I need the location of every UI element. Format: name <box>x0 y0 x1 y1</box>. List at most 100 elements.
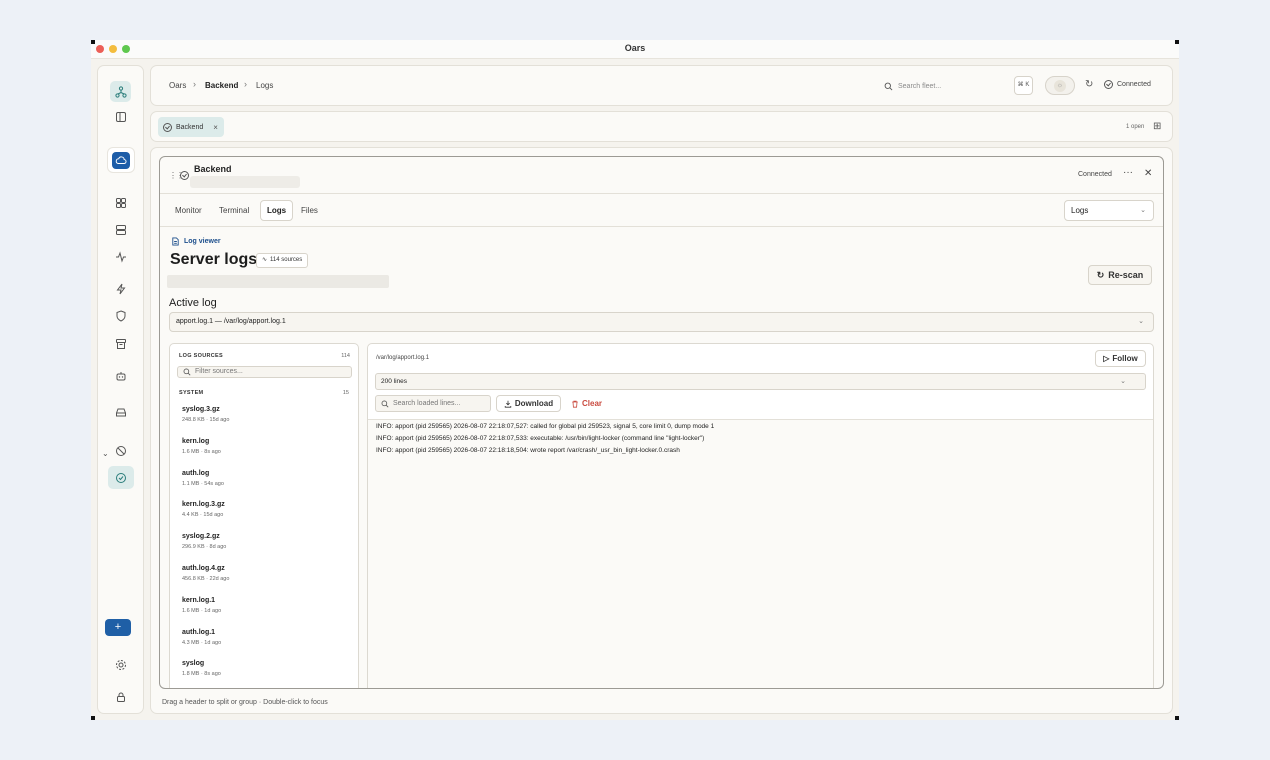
breadcrumb-oars[interactable]: Oars <box>169 81 186 90</box>
tab-terminal[interactable]: Terminal <box>213 200 255 221</box>
grid-icon[interactable]: ⊞ <box>1153 121 1161 132</box>
tab-bar: Backend × 1 open ⊞ <box>150 111 1173 142</box>
settings-gear-icon[interactable] <box>110 654 131 675</box>
breadcrumb-chevron-icon: › <box>193 79 196 89</box>
bolt-icon[interactable] <box>110 278 131 299</box>
rescan-label: Re-scan <box>1108 270 1144 280</box>
chevron-down-icon[interactable]: ⌄ <box>102 449 109 458</box>
chevron-down-icon: ⌄ <box>1138 318 1144 325</box>
download-label: Download <box>514 399 554 408</box>
lock-icon[interactable] <box>110 686 131 707</box>
log-sources-panel: LOG SOURCES 114 Filter sources... SYSTEM… <box>169 343 359 688</box>
card-header[interactable]: ⋮⋮ Backend Connected ··· ✕ <box>160 157 1163 194</box>
panel-layout-icon[interactable] <box>110 106 131 127</box>
connected-icon <box>163 122 172 132</box>
source-meta: 296.9 KB · 8d ago <box>182 544 227 550</box>
list-item[interactable]: auth.log.4.gz 456.8 KB · 22d ago <box>182 565 229 582</box>
follow-label: Follow <box>1112 354 1138 363</box>
source-meta: 1.1 MB · 54s ago <box>182 481 224 487</box>
source-name: syslog <box>182 660 205 667</box>
rescan-button[interactable]: ↻ Re-scan <box>1088 265 1152 285</box>
sources-count: 114 <box>341 353 350 359</box>
view-select-value: Logs <box>1071 206 1089 215</box>
dashboard-icon[interactable] <box>110 192 131 213</box>
connected-icon <box>180 171 189 180</box>
list-item[interactable]: auth.log 1.1 MB · 54s ago <box>182 470 224 487</box>
trash-icon <box>572 400 578 408</box>
chevron-down-icon: ⌄ <box>1120 378 1126 385</box>
search-icon <box>381 400 389 407</box>
clear-button[interactable]: Clear <box>571 395 602 412</box>
breadcrumb-backend[interactable]: Backend <box>205 81 238 90</box>
list-item[interactable]: kern.log.1 1.6 MB · 1d ago <box>182 597 221 614</box>
theme-toggle[interactable]: ☼ <box>1045 76 1075 95</box>
open-tab-label: Backend <box>176 123 204 131</box>
search-icon <box>884 82 893 91</box>
active-log-select[interactable]: apport.log.1 — /var/log/apport.log.1 ⌄ <box>169 312 1154 332</box>
filter-sources-input[interactable]: Filter sources... <box>177 366 352 378</box>
source-meta: 248.8 KB · 15d ago <box>182 417 230 423</box>
log-viewer-panel: /var/log/apport.log.1 ▷ Follow 200 lines… <box>367 343 1154 688</box>
sources-badge: ∿ 114 sources <box>256 253 309 268</box>
fleet-topology-icon[interactable] <box>110 81 131 102</box>
source-name: syslog.2.gz <box>182 533 220 540</box>
list-item[interactable]: kern.log 1.6 MB · 8s ago <box>182 438 221 455</box>
log-path: /var/log/apport.log.1 <box>376 355 430 361</box>
main-area: ⋮⋮ Backend Connected ··· ✕ Monitor Termi… <box>150 147 1173 714</box>
document-icon <box>172 237 179 246</box>
fleet-search[interactable]: Search fleet... <box>884 78 1014 95</box>
view-select[interactable]: Logs ⌄ <box>1064 200 1154 221</box>
log-output[interactable]: INFO: apport (pid 259565) 2026-08-07 22:… <box>368 419 1153 688</box>
source-meta: 456.8 KB · 22d ago <box>182 576 230 582</box>
window-corner <box>1175 40 1179 44</box>
search-icon <box>183 368 191 376</box>
source-meta: 1.8 MB · 8s ago <box>182 671 221 677</box>
refresh-icon[interactable]: ↻ <box>1085 79 1093 90</box>
fleet-search-placeholder: Search fleet... <box>898 83 942 90</box>
tab-files[interactable]: Files <box>295 200 324 221</box>
open-tab-backend[interactable]: Backend × <box>158 117 224 137</box>
bot-icon[interactable] <box>110 365 131 386</box>
list-item[interactable]: syslog 1.8 MB · 8s ago <box>182 660 221 677</box>
lines-select[interactable]: 200 lines ⌄ <box>375 373 1146 390</box>
footer-hint: Drag a header to split or group · Double… <box>162 699 328 706</box>
close-icon[interactable]: ✕ <box>1144 168 1152 179</box>
sun-icon: ☼ <box>1054 80 1066 92</box>
list-item[interactable]: kern.log.3.gz 4.4 KB · 15d ago <box>182 501 225 518</box>
add-button[interactable]: + <box>105 619 131 636</box>
source-name: auth.log <box>182 470 210 477</box>
filter-placeholder: Filter sources... <box>195 368 243 375</box>
source-meta: 4.4 KB · 15d ago <box>182 512 224 518</box>
list-item[interactable]: syslog.3.gz 248.8 KB · 15d ago <box>182 406 229 423</box>
app-window: Oars ⌄ + Oars › Backend › Logs Search fl… <box>91 40 1179 720</box>
follow-button[interactable]: ▷ Follow <box>1095 350 1146 367</box>
activity-icon[interactable] <box>110 246 131 267</box>
tab-monitor[interactable]: Monitor <box>169 200 208 221</box>
list-item[interactable]: syslog.2.gz 296.9 KB · 8d ago <box>182 533 226 550</box>
clear-label: Clear <box>582 399 603 408</box>
cloud-server-button[interactable] <box>107 147 135 173</box>
chevron-down-icon: ⌄ <box>1140 207 1146 214</box>
source-meta: 1.6 MB · 1d ago <box>182 608 222 614</box>
archive-icon[interactable] <box>110 333 131 354</box>
storage-icon[interactable] <box>110 401 131 422</box>
card-title: Backend <box>194 164 232 174</box>
source-meta: 1.6 MB · 8s ago <box>182 449 221 455</box>
download-icon <box>504 400 512 408</box>
log-viewer-text: Log viewer <box>184 238 221 245</box>
servers-icon[interactable] <box>110 219 131 240</box>
list-item[interactable]: auth.log.1 4.3 MB · 1d ago <box>182 629 221 646</box>
disabled-icon[interactable] <box>110 440 131 461</box>
top-bar: Oars › Backend › Logs Search fleet... ⌘ … <box>150 65 1173 106</box>
download-button[interactable]: Download <box>496 395 561 412</box>
more-icon[interactable]: ··· <box>1123 167 1133 178</box>
breadcrumb-logs[interactable]: Logs <box>256 81 273 90</box>
check-circle-icon[interactable] <box>108 466 134 489</box>
connection-status-label: Connected <box>1117 81 1151 88</box>
tab-logs[interactable]: Logs <box>260 200 294 221</box>
close-tab-icon[interactable]: × <box>213 123 218 132</box>
group-count: 15 <box>342 390 349 396</box>
search-lines-input[interactable]: Search loaded lines... <box>375 395 491 412</box>
page-title: Server logs <box>170 251 258 268</box>
shield-icon[interactable] <box>110 305 131 326</box>
